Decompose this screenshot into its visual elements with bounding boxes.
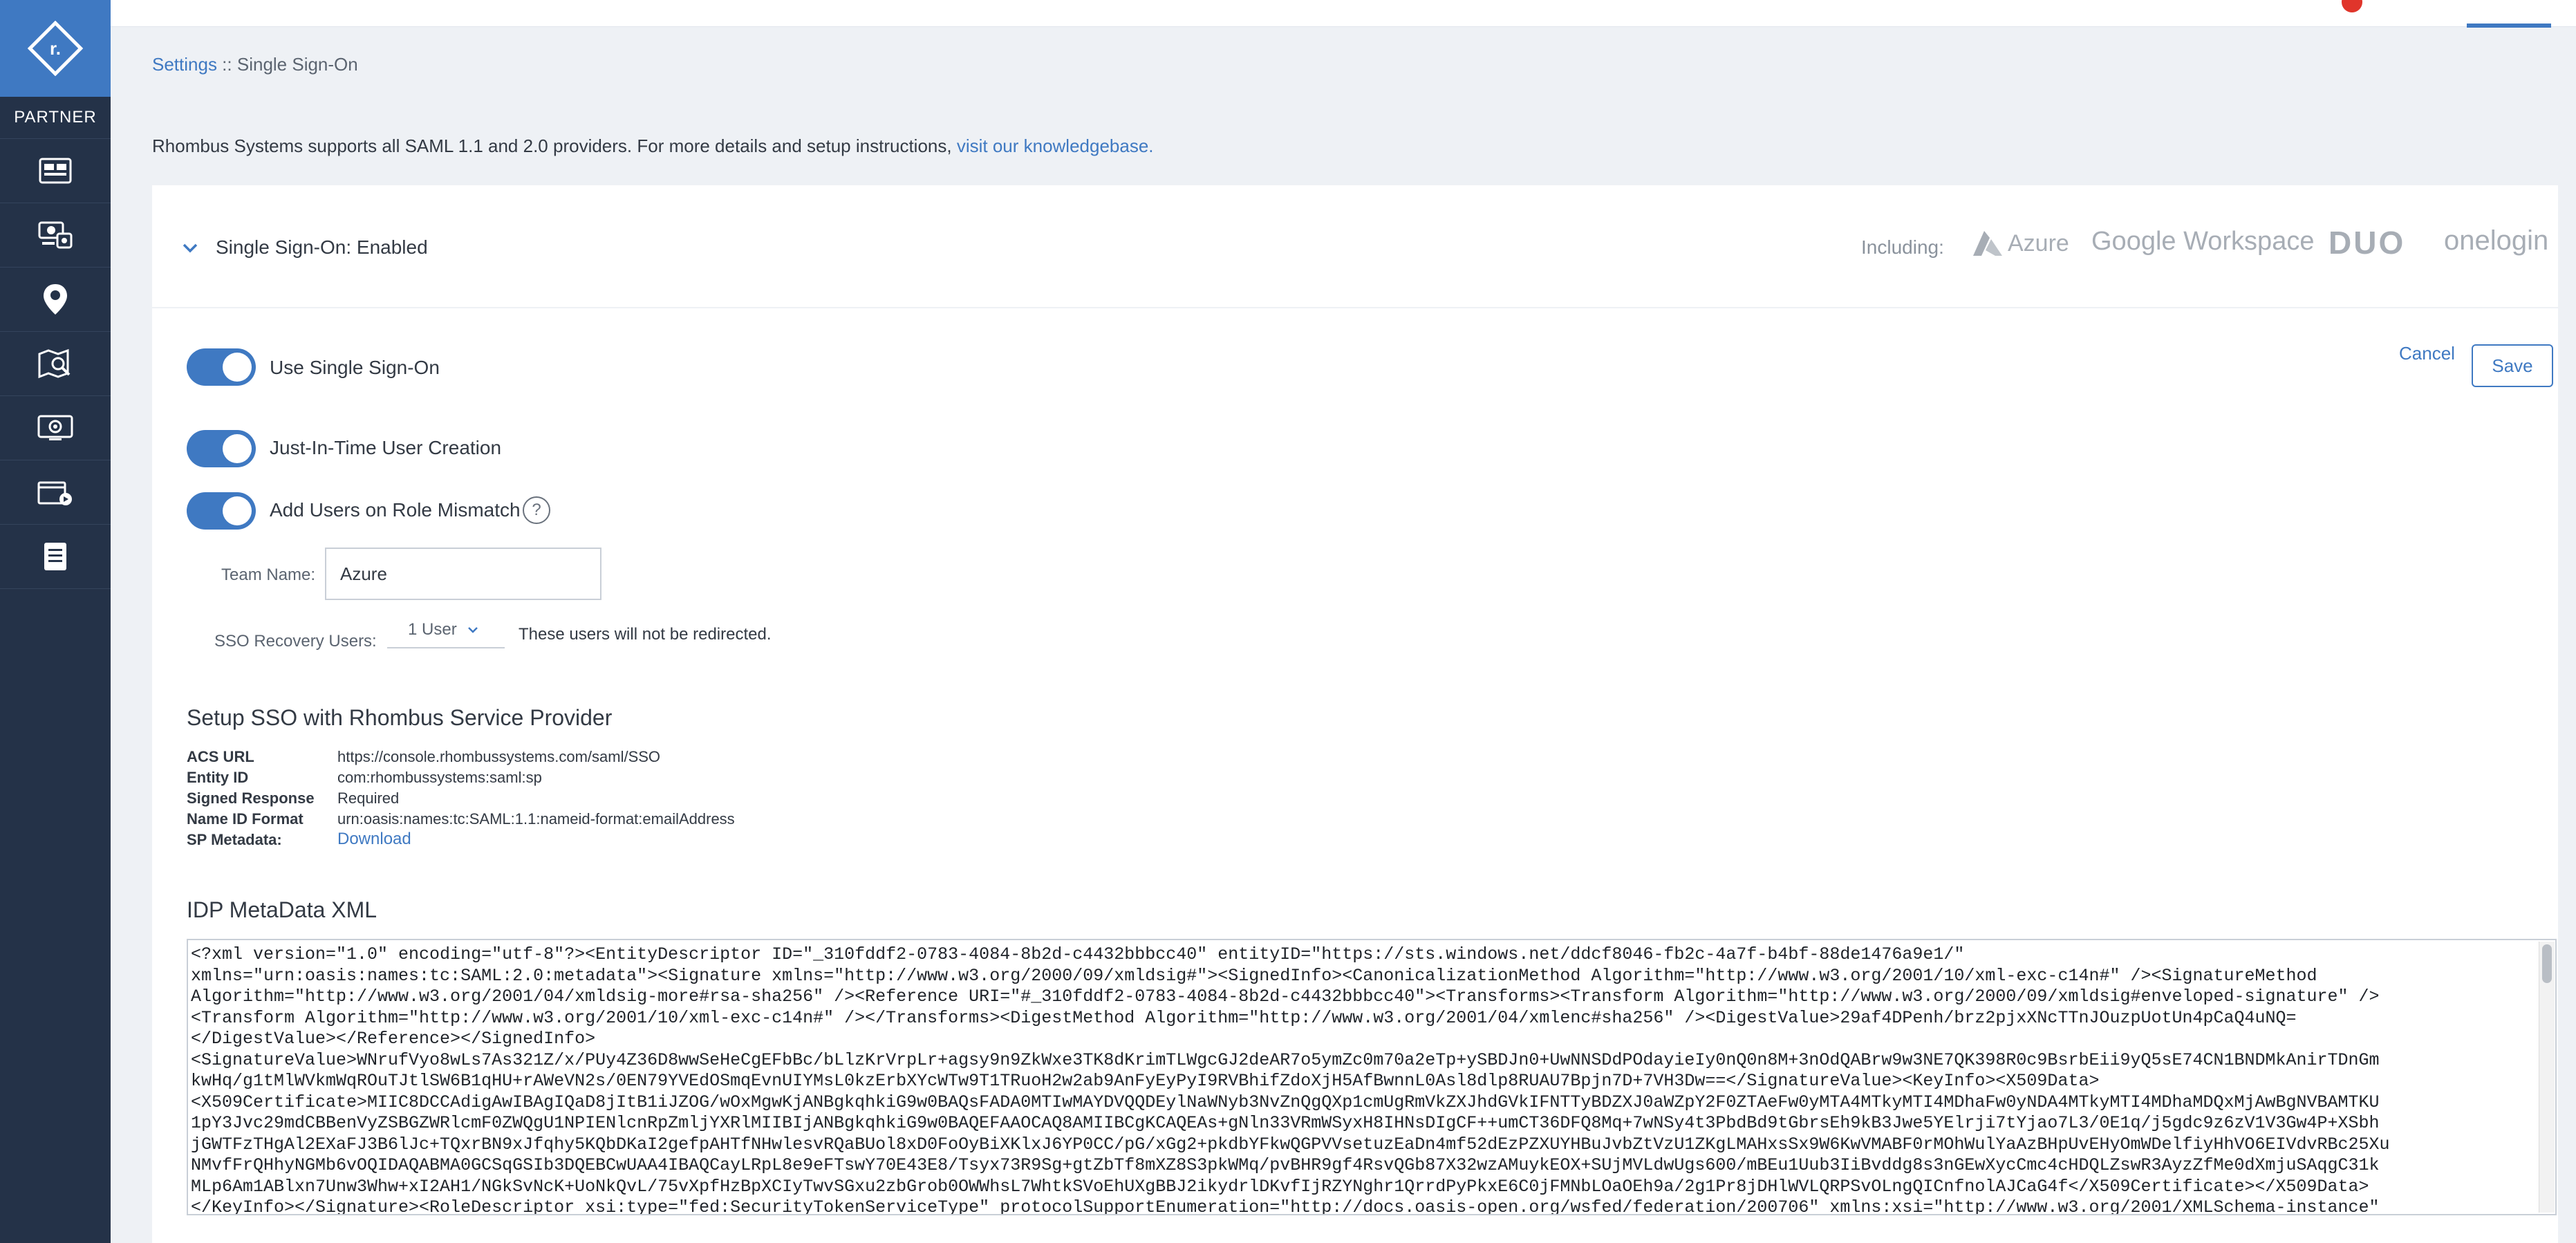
recovery-users-note: These users will not be redirected. [519,625,772,644]
acs-url-key: ACS URL [187,748,254,765]
map-search-icon [38,348,71,379]
including-label: Including: [1861,236,1944,258]
azure-logo-text: Azure [2008,230,2069,256]
name-id-format-key: Name ID Format [187,810,304,828]
active-tab-indicator [2467,24,2551,28]
logo-diamond-icon: r. [28,21,83,76]
sp-metadata-download-link[interactable]: Download [337,830,411,849]
jit-user-creation-toggle[interactable] [187,430,256,467]
nav-video-clips[interactable] [0,460,111,525]
sso-panel: Single Sign-On: Enabled Including: Azure… [152,185,2558,1243]
sp-metadata-key: SP Metadata: [187,831,282,848]
team-name-input[interactable] [325,548,601,600]
rhombus-logo[interactable]: r. [0,0,111,97]
acs-url-value: https://console.rhombussystems.com/saml/… [337,748,661,765]
nav-devices[interactable] [0,203,111,268]
breadcrumb-current: Single Sign-On [236,54,358,75]
nav-cameras[interactable] [0,396,111,460]
xml-scrollbar[interactable] [2539,942,2555,1213]
use-sso-label: Use Single Sign-On [270,357,440,378]
cancel-button[interactable]: Cancel [2399,343,2455,364]
sso-recovery-users-label: SSO Recovery Users: [214,632,377,651]
sso-panel-header[interactable]: Single Sign-On: Enabled Including: Azure… [152,185,2558,308]
logo-letter: r. [50,38,61,59]
azure-icon [1973,231,2002,256]
camera-device-icon [37,415,73,440]
nav-map-search[interactable] [0,332,111,396]
reports-icon [44,543,66,570]
team-name-label: Team Name: [221,566,316,584]
entity-id-key: Entity ID [187,769,249,786]
xml-scroll-thumb[interactable] [2542,944,2552,983]
onelogin-logo: onelogin [2444,225,2549,256]
intro-text: Rhombus Systems supports all SAML 1.1 an… [152,135,1154,157]
recovery-selected-value: 1 User [408,620,457,639]
nav-reports[interactable] [0,525,111,589]
name-id-format-value: urn:oasis:names:tc:SAML:1.1:nameid-forma… [337,810,735,828]
signed-response-value: Required [337,789,400,807]
duo-logo: DUO [2328,225,2406,261]
service-provider-title: Setup SSO with Rhombus Service Provider [187,705,613,730]
sso-recovery-users-select[interactable]: 1 User [387,613,505,648]
devices-icon [38,221,73,249]
google-workspace-logo: Google Workspace [2091,227,2315,256]
dashboard-icon [39,158,72,184]
top-bar [111,0,2576,27]
partner-label: PARTNER [0,97,111,139]
entity-id-value: com:rhombussystems:saml:sp [337,769,542,786]
sso-status-title: Single Sign-On: Enabled [216,236,428,258]
intro-description: Rhombus Systems supports all SAML 1.1 an… [152,135,957,156]
knowledgebase-link[interactable]: visit our knowledgebase. [957,135,1154,156]
azure-logo: Azure [1970,230,2069,257]
breadcrumb-separator: :: [216,54,237,75]
signed-response-key: Signed Response [187,789,315,807]
sidebar: r. PARTNER [0,0,111,1243]
nav-locations[interactable] [0,268,111,332]
idp-metadata-xml-textarea[interactable]: <?xml version="1.0" encoding="utf-8"?><E… [187,939,2557,1215]
save-button[interactable]: Save [2472,344,2553,387]
idp-metadata-title: IDP MetaData XML [187,897,377,922]
chevron-down-icon[interactable] [181,242,199,254]
location-pin-icon [44,284,67,315]
breadcrumb-settings-link[interactable]: Settings [152,54,217,75]
chevron-down-icon [467,627,478,633]
role-mismatch-label: Add Users on Role Mismatch [270,499,521,521]
nav-dashboard[interactable] [0,139,111,203]
role-mismatch-toggle[interactable] [187,492,256,530]
jit-user-creation-label: Just-In-Time User Creation [270,437,502,458]
help-icon[interactable]: ? [523,496,550,524]
breadcrumb: Settings :: Single Sign-On [152,54,358,75]
video-clips-icon [37,481,72,505]
use-sso-toggle[interactable] [187,348,256,386]
